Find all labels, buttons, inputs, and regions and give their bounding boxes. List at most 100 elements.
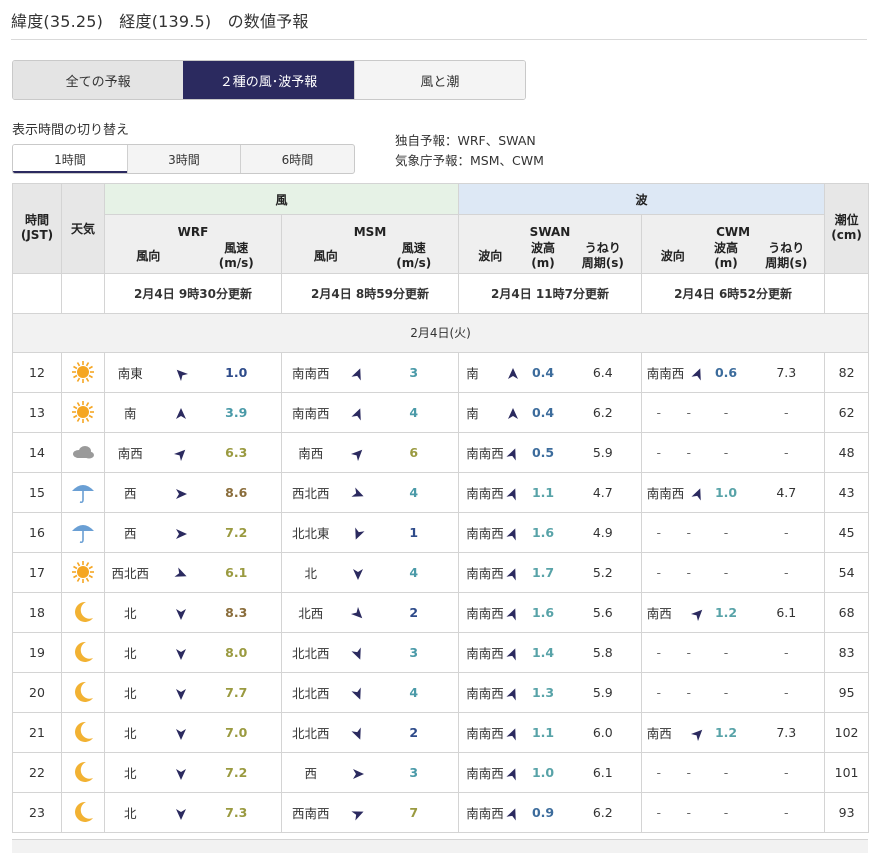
msm-arrow-icon [354, 527, 365, 540]
row-hour: 19 [12, 631, 62, 673]
wrf-arrow-icon [174, 449, 186, 461]
msm-dir-label: 南南西 [291, 365, 330, 381]
row-weather [61, 391, 105, 433]
row-weather [61, 711, 105, 753]
cwm-arrow-icon [690, 609, 703, 621]
wrf-arrow-icon [176, 408, 187, 419]
row-swan-height: 0.4 [521, 351, 565, 393]
wrf-arrow-icon [176, 729, 187, 740]
swan-dir-label: 南南西 [466, 645, 504, 661]
row-swan-height: 1.3 [521, 671, 565, 713]
row-swan-period: 5.8 [564, 631, 643, 673]
row-cwm-dir: -- [641, 391, 704, 433]
row-swan-height: 0.5 [521, 431, 565, 473]
row-swan-height: 1.4 [521, 631, 565, 673]
tab-wind-tide[interactable]: 風と潮 [353, 61, 525, 99]
swan-arrow-icon [506, 808, 517, 821]
umbrella-icon [72, 485, 94, 504]
row-msm-dir: 北北東 [281, 511, 370, 553]
tab-two-wind-wave[interactable]: ２種の風･波予報 [183, 61, 354, 99]
wrf-arrow-icon [176, 809, 187, 820]
msm-dir-label: 北北西 [291, 725, 330, 741]
header-swan-height: 波高 (m) [521, 239, 565, 274]
row-weather [61, 431, 105, 473]
row-cwm-period: - [748, 791, 826, 833]
row-swan-period: 6.0 [564, 711, 643, 753]
row-msm-dir: 北 [281, 551, 370, 593]
header-msm: MSM [280, 214, 460, 239]
bottom-strip [12, 839, 868, 853]
row-weather [61, 751, 105, 793]
row-msm-dir: 南西 [281, 431, 370, 473]
cwm-dir-label: - [656, 524, 662, 540]
table-row: 17 西北西 6.1 北 4 南南西 1.7 5.2- - - -54 [12, 551, 870, 593]
table-row: 15 西 8.6 西北西 4 南南西 1.1 4.7 南南西 1.0 4.7 43 [12, 471, 870, 513]
row-wrf-speed: 6.3 [191, 431, 282, 473]
msm-dir-label: 北北東 [291, 525, 330, 541]
row-cwm-dir: -- [641, 551, 704, 593]
swan-dir-label: 南 [466, 365, 479, 381]
sun-icon [72, 361, 94, 383]
sun-icon [72, 401, 94, 423]
swan-dir-label: 南南西 [466, 805, 504, 821]
row-cwm-period: - [748, 751, 826, 793]
time-option-3h[interactable]: 3時間 [127, 145, 240, 173]
row-swan-dir: 南南西 [458, 471, 522, 513]
update-blank-tide [824, 272, 870, 314]
cwm-dir-label: 南西 [646, 725, 672, 741]
row-cwm-dir: 南西 [641, 591, 704, 633]
row-swan-dir: 南 [458, 351, 522, 393]
row-wrf-speed: 8.0 [191, 631, 282, 673]
row-hour: 22 [12, 751, 62, 793]
row-swan-period: 6.2 [564, 391, 643, 433]
day-label: 2月4日(火) [11, 312, 870, 353]
swan-arrow-icon [508, 408, 519, 419]
wrf-dir-label: 南東 [117, 365, 143, 381]
row-tide: 43 [824, 471, 870, 513]
row-weather [61, 551, 105, 593]
row-cwm-height: - [703, 671, 749, 713]
row-swan-height: 1.1 [521, 711, 565, 753]
cwm-dir-label: - [656, 804, 662, 820]
cwm-arrow-dash: - [686, 804, 692, 820]
msm-dir-label: 南南西 [291, 405, 330, 421]
row-swan-period: 5.9 [564, 671, 643, 713]
row-tide: 54 [824, 551, 870, 593]
wrf-dir-label: 北 [123, 645, 137, 661]
swan-dir-label: 南南西 [466, 525, 504, 541]
row-swan-dir: 南南西 [458, 671, 522, 713]
wrf-arrow-icon [176, 609, 187, 620]
forecast-tabs: 全ての予報 ２種の風･波予報 風と潮 [12, 60, 526, 100]
row-msm-dir: 北北西 [281, 711, 370, 753]
time-option-6h[interactable]: 6時間 [240, 145, 354, 173]
row-swan-dir: 南南西 [458, 511, 522, 553]
row-swan-height: 1.1 [521, 471, 565, 513]
row-msm-dir: 南南西 [281, 391, 370, 433]
moon-icon [75, 721, 93, 742]
cwm-arrow-dash: - [686, 764, 692, 780]
row-cwm-height: 1.0 [703, 471, 749, 513]
swan-arrow-icon [506, 528, 517, 541]
cwm-dir-label: 南西 [646, 605, 672, 621]
msm-arrow-icon [352, 569, 363, 580]
row-swan-dir: 南南西 [458, 791, 522, 833]
table-row: 19 北 8.0 北北西 3 南南西 1.4 5.8- - - -83 [12, 631, 870, 673]
row-swan-period: 5.2 [564, 551, 643, 593]
cwm-dir-label: - [656, 684, 662, 700]
cwm-arrow-icon [691, 368, 701, 381]
msm-arrow-icon [351, 727, 361, 740]
row-swan-dir: 南南西 [458, 711, 522, 753]
row-tide: 83 [824, 631, 870, 673]
cwm-arrow-dash: - [686, 684, 692, 700]
header-tide: 潮位 (cm) [824, 183, 870, 274]
header-swan: SWAN [458, 214, 643, 239]
time-option-1h[interactable]: 1時間 [13, 145, 127, 173]
row-wrf-dir: 北 [104, 791, 192, 833]
row-msm-speed: 4 [369, 391, 460, 433]
row-swan-dir: 南南西 [458, 751, 522, 793]
wrf-arrow-icon [176, 689, 187, 700]
tab-all-forecasts[interactable]: 全ての予報 [13, 61, 184, 99]
row-tide: 101 [824, 751, 870, 793]
row-msm-dir: 西 [281, 751, 370, 793]
msm-dir-label: 西南西 [291, 805, 330, 821]
